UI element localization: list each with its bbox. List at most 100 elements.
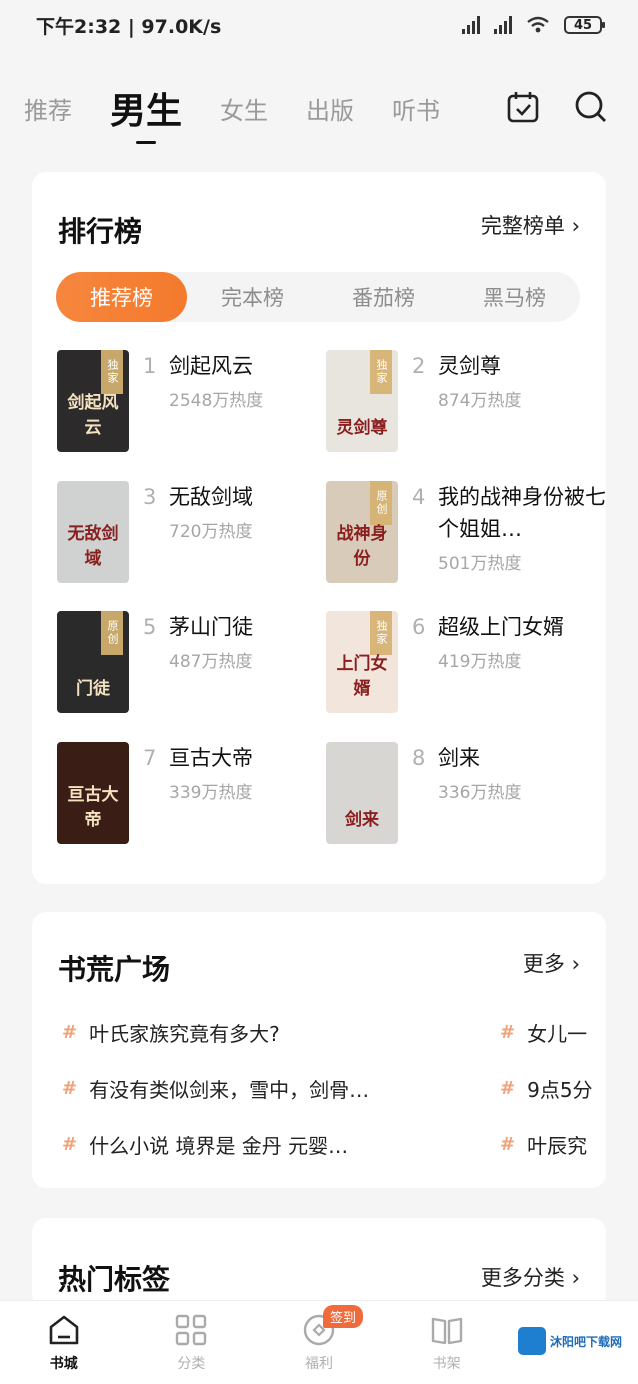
book-info: 8 剑来 336万热度	[412, 742, 608, 846]
tab-fanqie-rank[interactable]: 番茄榜	[318, 272, 449, 322]
book-item[interactable]: 无敌剑域 3 无敌剑域 720万热度	[57, 481, 317, 585]
book-rank: 3	[143, 485, 157, 509]
hash-icon: #	[500, 1078, 516, 1099]
book-info: 3 无敌剑域 720万热度	[143, 481, 339, 585]
topic-item[interactable]: #9点5分	[500, 1074, 606, 1103]
hash-icon: #	[62, 1078, 78, 1099]
home-icon	[49, 1315, 79, 1345]
book-info: 6 超级上门女婿 419万热度	[412, 611, 608, 715]
book-info: 7 亘古大帝 339万热度	[143, 742, 339, 846]
topic-text: 叶辰究	[527, 1134, 588, 1158]
book-cover[interactable]: 独家 灵剑尊	[326, 350, 398, 452]
cover-title: 灵剑尊	[336, 418, 388, 438]
book-info: 1 剑起风云 2548万热度	[143, 350, 339, 454]
topic-item[interactable]: # 有没有类似剑来，雪中，剑骨…	[62, 1074, 369, 1103]
hash-icon: #	[500, 1022, 516, 1043]
topic-text: 女儿一	[527, 1022, 588, 1046]
book-heat: 419万热度	[438, 652, 522, 672]
book-item[interactable]: 独家 上门女婿 6 超级上门女婿 419万热度	[326, 611, 586, 715]
book-heat: 874万热度	[438, 391, 522, 411]
nav-bookshelf[interactable]: 书架	[397, 1313, 497, 1373]
cover-title: 剑起风云	[67, 393, 119, 438]
book-rank: 1	[143, 354, 157, 378]
book-rank: 4	[412, 485, 426, 509]
book-item[interactable]: 原创 门徒 5 茅山门徒 487万热度	[57, 611, 317, 715]
more-categories-link[interactable]: 更多分类 ›	[481, 1262, 580, 1292]
book-heat: 720万热度	[169, 522, 253, 542]
book-heat: 2548万热度	[169, 391, 264, 411]
book-heat: 339万热度	[169, 783, 253, 803]
ranking-title: 排行榜	[58, 215, 143, 248]
book-cover[interactable]: 独家 上门女婿	[326, 611, 398, 713]
book-info: 4 我的战神身份被七个姐姐… 501万热度	[412, 481, 608, 585]
book-name: 亘古大帝	[169, 746, 253, 770]
book-rank: 5	[143, 615, 157, 639]
book-item[interactable]: 亘古大帝 7 亘古大帝 339万热度	[57, 742, 317, 846]
book-rank: 2	[412, 354, 426, 378]
cover-badge: 独家	[370, 350, 392, 394]
book-cover[interactable]: 原创 门徒	[57, 611, 129, 713]
nav-bookshelf-label: 书架	[432, 1356, 461, 1372]
book-cover[interactable]: 无敌剑域	[57, 481, 129, 583]
book-cover[interactable]: 原创 战神身份	[326, 481, 398, 583]
book-name: 剑起风云	[169, 354, 253, 378]
book-item[interactable]: 原创 战神身份 4 我的战神身份被七个姐姐… 501万热度	[326, 481, 606, 585]
watermark-logo	[518, 1327, 546, 1355]
book-cover[interactable]: 剑来	[326, 742, 398, 844]
book-rank: 6	[412, 615, 426, 639]
signal-hd-icon	[494, 16, 512, 34]
tab-female[interactable]: 女生	[220, 91, 268, 126]
hash-icon: #	[62, 1022, 78, 1043]
topic-item[interactable]: # 什么小说 境界是 金丹 元婴…	[62, 1130, 348, 1159]
book-name: 超级上门女婿	[438, 615, 564, 639]
book-item[interactable]: 独家 灵剑尊 2 灵剑尊 874万热度	[326, 350, 586, 454]
status-icons: 45	[462, 16, 605, 34]
tab-male[interactable]: 男生	[110, 82, 182, 144]
book-heat: 501万热度	[438, 554, 522, 574]
watermark: 沐阳吧下载网	[518, 1326, 626, 1356]
nav-welfare-label: 福利	[304, 1356, 333, 1372]
book-plaza-card: 书荒广场 更多 › # 叶氏家族究竟有多大? # 女儿一 # 有没有类似剑来，雪中，剑…	[32, 912, 606, 1188]
book-cover[interactable]: 亘古大帝	[57, 742, 129, 844]
more-categories-label: 更多分类	[480, 1266, 565, 1290]
topic-text: 叶氏家族究竟有多大?	[89, 1022, 280, 1046]
book-name: 茅山门徒	[169, 615, 253, 639]
book-name: 剑来	[438, 746, 480, 770]
cover-title: 亘古大帝	[67, 785, 119, 830]
watermark-text: 沐阳吧下载网	[550, 1334, 623, 1349]
nav-bookstore-label: 书城	[49, 1356, 78, 1372]
topic-item[interactable]: # 叶氏家族究竟有多大?	[62, 1018, 280, 1047]
book-item[interactable]: 独家 剑起风云 1 剑起风云 2548万热度	[57, 350, 317, 454]
sign-in-badge[interactable]: 签到	[322, 1305, 363, 1328]
tab-recommend-rank[interactable]: 推荐榜	[56, 272, 187, 322]
book-plaza-more-link[interactable]: 更多 ›	[523, 948, 580, 978]
nav-bookstore[interactable]: 书城	[14, 1313, 114, 1373]
hash-icon: #	[500, 1134, 516, 1155]
topic-text: 9点5分	[527, 1078, 593, 1102]
tab-publish[interactable]: 出版	[306, 91, 354, 126]
tab-audio[interactable]: 听书	[392, 91, 440, 126]
tab-recommend[interactable]: 推荐	[24, 91, 72, 126]
tab-finished-rank[interactable]: 完本榜	[187, 272, 318, 322]
book-name: 灵剑尊	[438, 354, 501, 378]
book-plaza-title: 书荒广场	[58, 953, 171, 986]
topic-text: 有没有类似剑来，雪中，剑骨…	[89, 1078, 370, 1102]
status-bar: 下午2:32 | 97.0K/s 45	[0, 0, 638, 50]
tab-darkhorse-rank[interactable]: 黑马榜	[449, 272, 580, 322]
signal-icon	[462, 16, 480, 34]
cover-badge: 原创	[101, 611, 123, 655]
nav-welfare[interactable]: 签到 福利	[269, 1305, 369, 1373]
nav-category[interactable]: 分类	[141, 1313, 241, 1373]
search-icon[interactable]	[574, 90, 608, 124]
topic-item[interactable]: # 叶辰究	[500, 1130, 606, 1159]
book-rank: 7	[143, 746, 157, 770]
calendar-icon[interactable]	[506, 90, 540, 124]
topic-item[interactable]: # 女儿一	[500, 1018, 606, 1047]
book-info: 5 茅山门徒 487万热度	[143, 611, 339, 715]
full-ranking-link[interactable]: 完整榜单 ›	[481, 210, 580, 240]
book-info: 2 灵剑尊 874万热度	[412, 350, 608, 454]
book-item[interactable]: 剑来 8 剑来 336万热度	[326, 742, 586, 846]
cover-title: 剑来	[345, 810, 379, 830]
book-cover[interactable]: 独家 剑起风云	[57, 350, 129, 452]
cover-title: 上门女婿	[336, 654, 388, 699]
